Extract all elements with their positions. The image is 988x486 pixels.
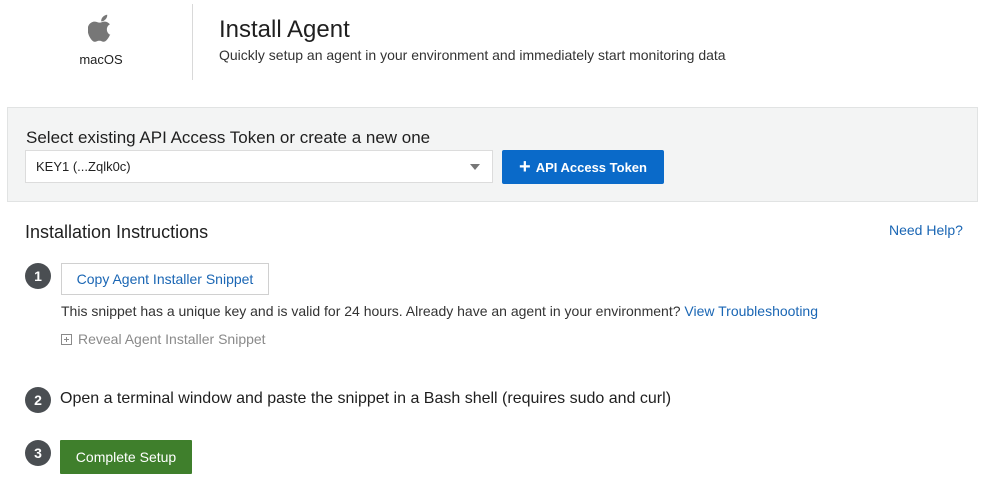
snippet-note: This snippet has a unique key and is val… bbox=[61, 303, 818, 319]
reveal-snippet-label: Reveal Agent Installer Snippet bbox=[78, 331, 266, 347]
token-panel: Select existing API Access Token or crea… bbox=[7, 107, 978, 202]
reveal-snippet-toggle[interactable]: Reveal Agent Installer Snippet bbox=[61, 331, 266, 347]
expand-icon bbox=[61, 333, 72, 345]
page-title: Install Agent bbox=[219, 16, 350, 43]
add-api-token-button[interactable]: + API Access Token bbox=[502, 150, 664, 184]
plus-icon: + bbox=[519, 156, 531, 178]
token-select[interactable]: KEY1 (...Zqlk0c) bbox=[25, 150, 493, 183]
token-heading: Select existing API Access Token or crea… bbox=[26, 128, 431, 147]
token-select-value: KEY1 (...Zqlk0c) bbox=[36, 159, 131, 174]
platform-label: macOS bbox=[79, 52, 123, 67]
add-api-token-label: API Access Token bbox=[535, 159, 647, 175]
apple-icon bbox=[88, 14, 111, 42]
page-subtitle: Quickly setup an agent in your environme… bbox=[219, 47, 726, 63]
view-troubleshooting-link[interactable]: View Troubleshooting bbox=[684, 303, 818, 319]
header-divider bbox=[192, 4, 193, 80]
step-2-badge: 2 bbox=[25, 387, 51, 413]
step-2-text: Open a terminal window and paste the sni… bbox=[60, 390, 672, 407]
need-help-link[interactable]: Need Help? bbox=[889, 222, 963, 238]
snippet-note-text: This snippet has a unique key and is val… bbox=[61, 303, 681, 319]
platform-macos: macOS bbox=[8, 0, 194, 80]
instructions-title: Installation Instructions bbox=[25, 222, 209, 242]
copy-snippet-button[interactable]: Copy Agent Installer Snippet bbox=[61, 263, 269, 295]
step-1-badge: 1 bbox=[25, 263, 51, 289]
chevron-down-icon bbox=[470, 164, 480, 170]
step-3-badge: 3 bbox=[25, 440, 51, 466]
complete-setup-button[interactable]: Complete Setup bbox=[60, 440, 192, 474]
